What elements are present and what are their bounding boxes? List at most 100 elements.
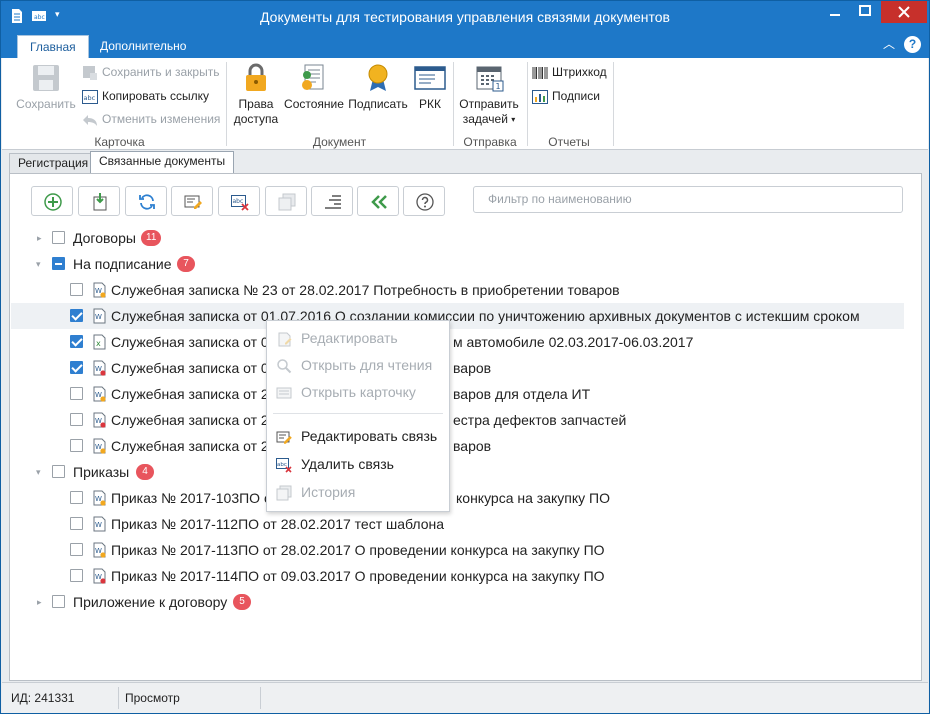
tree-group-orders[interactable]: ▾ Приказы 4: [11, 459, 904, 485]
item-checkbox[interactable]: [70, 491, 83, 504]
svg-text:abc: abc: [84, 94, 96, 102]
delete-link-toolbar-button[interactable]: abc: [218, 186, 260, 216]
floppy-disk-icon: [33, 65, 59, 91]
tree-group-contracts[interactable]: ▸ Договоры 11: [11, 225, 904, 251]
group-checkbox[interactable]: [52, 465, 65, 478]
filter-input[interactable]: Фильтр по наименованию: [473, 186, 903, 213]
item-checkbox[interactable]: [70, 413, 83, 426]
help-toolbar-button[interactable]: [403, 186, 445, 216]
item-title: Приказ № 2017-113ПО от 28.02.2017 О пров…: [111, 542, 605, 558]
menu-item-open-read[interactable]: Открыть для чтения: [267, 352, 449, 378]
tab-extra[interactable]: Дополнительно: [88, 35, 198, 58]
sign-button[interactable]: Подписать: [347, 63, 409, 112]
signatures-report-label: Подписи: [552, 89, 600, 103]
rkk-button[interactable]: РКК: [410, 63, 450, 112]
close-button[interactable]: [881, 1, 927, 23]
menu-item-edit-link[interactable]: Редактировать связь: [267, 423, 449, 449]
save-close-button[interactable]: Сохранить и закрыть: [82, 62, 219, 82]
card-group-label: Карточка: [94, 135, 145, 149]
state-button[interactable]: Состояние: [282, 63, 346, 112]
save-label: Сохранить: [16, 97, 76, 111]
refresh-button[interactable]: [125, 186, 167, 216]
collapse-all-button[interactable]: [357, 186, 399, 216]
context-menu: Редактировать Открыть для чтения Открыть…: [266, 320, 450, 512]
status-separator: [118, 687, 119, 709]
menu-item-delete-link[interactable]: abc Удалить связь: [267, 451, 449, 477]
ribbon-separator: [613, 62, 614, 146]
list-item[interactable]: W Служебная записка от 2 варов: [11, 433, 904, 459]
collapse-ribbon-icon[interactable]: ︿: [883, 35, 895, 52]
ribbon: Сохранить Сохранить и закрыть abc Копиров…: [2, 58, 928, 150]
align-right-icon: [325, 195, 341, 209]
tree-group-signing[interactable]: ▾ На подписание 7: [11, 251, 904, 277]
item-checkbox[interactable]: [70, 283, 83, 296]
group-label: Приказы: [73, 464, 130, 480]
collapse-arrow-icon[interactable]: ▾: [36, 459, 46, 485]
undo-changes-button[interactable]: Отменить изменения: [82, 109, 220, 129]
list-item[interactable]: W Служебная записка от 01.07.2016 О созд…: [11, 303, 904, 329]
list-item[interactable]: W Приказ № 2017-112ПО от 28.02.2017 тест…: [11, 511, 904, 537]
collapse-arrow-icon[interactable]: ▾: [36, 251, 46, 277]
maximize-button[interactable]: [851, 1, 879, 23]
list-item[interactable]: W Приказ № 2017-113ПО от 28.02.2017 О пр…: [11, 537, 904, 563]
menu-item-history[interactable]: История: [267, 479, 449, 505]
document-state-icon: [302, 64, 324, 90]
reports-group-label: Отчеты: [548, 135, 590, 149]
list-item[interactable]: W Служебная записка № 23 от 28.02.2017 П…: [11, 277, 904, 303]
list-item[interactable]: W Приказ № 2017-103ПО о конкурса на заку…: [11, 485, 904, 511]
item-checkbox[interactable]: [70, 517, 83, 530]
signatures-report-button[interactable]: Подписи: [532, 86, 600, 106]
group-checkbox[interactable]: [52, 257, 65, 270]
list-item[interactable]: W Служебная записка от 2 варов для отдел…: [11, 381, 904, 407]
access-rights-button[interactable]: Права доступа: [231, 63, 281, 127]
registration-card-icon: [414, 66, 446, 90]
add-from-file-button[interactable]: [78, 186, 120, 216]
help-icon[interactable]: ?: [904, 36, 921, 53]
list-item[interactable]: x Служебная записка от 0 м автомобиле 02…: [11, 329, 904, 355]
align-toolbar-button[interactable]: [311, 186, 353, 216]
list-item[interactable]: W Приказ № 2017-114ПО от 09.03.2017 О пр…: [11, 563, 904, 589]
history-toolbar-button[interactable]: [265, 186, 307, 216]
item-checkbox[interactable]: [70, 387, 83, 400]
double-chevron-left-icon: [371, 195, 387, 209]
item-checkbox[interactable]: [70, 439, 83, 452]
tab-linked-documents[interactable]: Связанные документы: [90, 151, 235, 174]
sign-label: Подписать: [348, 97, 408, 111]
item-checkbox[interactable]: [70, 543, 83, 556]
tab-home[interactable]: Главная: [17, 35, 89, 58]
copy-link-icon: abc: [82, 89, 98, 104]
group-checkbox[interactable]: [52, 231, 65, 244]
barcode-button[interactable]: Штрихкод: [532, 62, 607, 82]
item-title: Служебная записка от 0: [111, 360, 269, 376]
save-button[interactable]: Сохранить: [14, 63, 78, 112]
list-item[interactable]: W Служебная записка от 2 естра дефектов …: [11, 407, 904, 433]
item-checkbox[interactable]: [70, 309, 83, 322]
magnifier-icon: [277, 359, 292, 374]
tab-registration[interactable]: Регистрация: [9, 153, 98, 173]
group-checkbox[interactable]: [52, 595, 65, 608]
edit-link-toolbar-button[interactable]: [171, 186, 213, 216]
undo-changes-label: Отменить изменения: [102, 112, 221, 126]
menu-item-edit[interactable]: Редактировать: [267, 325, 449, 351]
copy-link-button[interactable]: abc Копировать ссылку: [82, 86, 209, 106]
add-link-button[interactable]: [31, 186, 73, 216]
menu-item-open-card[interactable]: Открыть карточку: [267, 379, 449, 405]
expand-arrow-icon[interactable]: ▸: [37, 589, 47, 615]
memo-document-icon: W: [93, 360, 106, 376]
tree-group-appendix[interactable]: ▸ Приложение к договору 5: [11, 589, 904, 615]
send-task-button[interactable]: 1 Отправить задачей ▾: [457, 63, 521, 127]
expand-arrow-icon[interactable]: ▸: [37, 225, 47, 251]
word-document-icon: W: [93, 516, 106, 532]
save-close-label: Сохранить и закрыть: [102, 65, 220, 79]
list-item[interactable]: W Служебная записка от 0 варов: [11, 355, 904, 381]
minimize-button[interactable]: [821, 1, 849, 23]
rkk-label: РКК: [419, 97, 441, 111]
save-close-icon: [83, 65, 97, 80]
count-badge: 11: [141, 230, 162, 246]
item-checkbox[interactable]: [70, 335, 83, 348]
item-checkbox[interactable]: [70, 569, 83, 582]
item-checkbox[interactable]: [70, 361, 83, 374]
ribbon-separator: [453, 62, 454, 146]
count-badge: 4: [136, 464, 154, 480]
menu-item-label: История: [301, 484, 356, 500]
